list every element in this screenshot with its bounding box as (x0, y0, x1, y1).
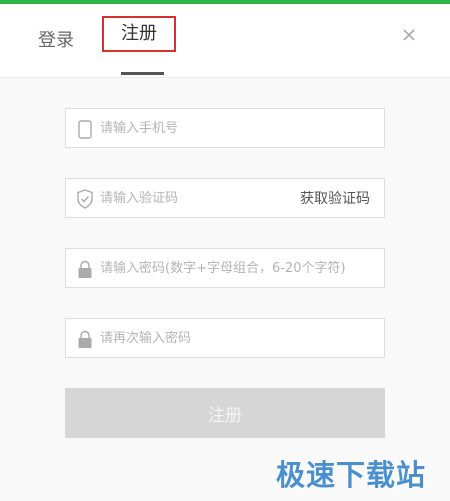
close-icon[interactable] (400, 26, 418, 44)
get-code-button[interactable]: 获取验证码 (300, 190, 370, 208)
register-button[interactable]: 注册 (65, 388, 385, 438)
register-form: 获取验证码 注册 极速下载站 (0, 78, 450, 501)
password-field (65, 248, 385, 288)
confirm-password-input[interactable] (100, 319, 370, 357)
dialog-header: 登录 注册 (0, 4, 450, 78)
lock-icon (75, 259, 95, 279)
phone-icon (75, 119, 95, 139)
verification-code-input[interactable] (100, 179, 280, 217)
confirm-password-field (65, 318, 385, 358)
shield-check-icon (75, 189, 95, 209)
phone-field (65, 108, 385, 148)
watermark-text: 极速下载站 (276, 458, 427, 492)
verification-code-field: 获取验证码 (65, 178, 385, 218)
tab-register-label: 注册 (121, 23, 157, 44)
tab-register[interactable]: 注册 (102, 16, 176, 52)
lock-icon (75, 329, 95, 349)
active-tab-indicator (121, 72, 164, 75)
tab-login[interactable]: 登录 (38, 30, 74, 52)
phone-input[interactable] (100, 109, 370, 147)
password-input[interactable] (100, 249, 370, 287)
